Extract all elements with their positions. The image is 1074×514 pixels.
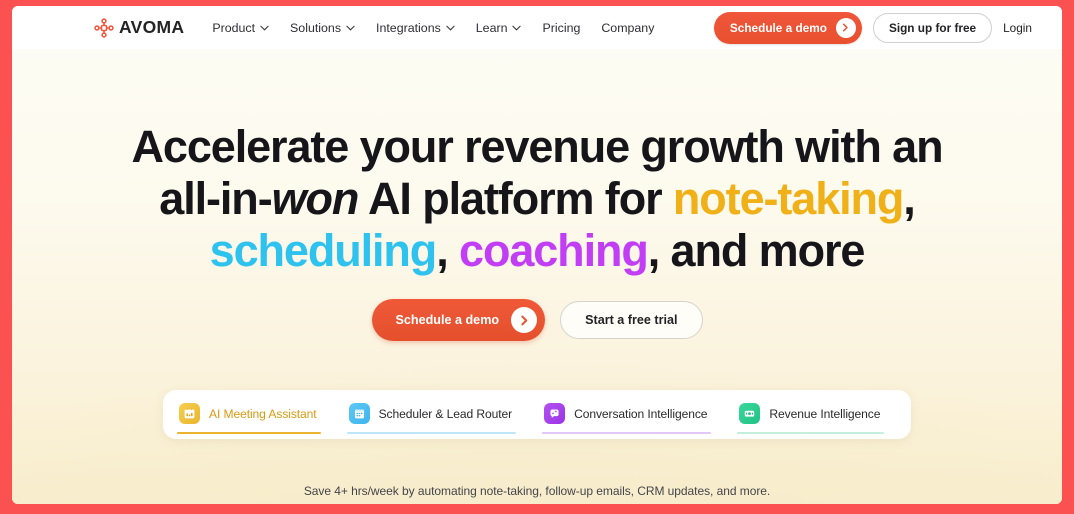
hero-schedule-demo-button[interactable]: Schedule a demo [371,299,546,341]
tab-scheduler-lead-router[interactable]: Scheduler & Lead Router [333,390,529,439]
tab-conversation-intelligence-label: Conversation Intelligence [574,406,708,421]
tab-underline [346,432,517,434]
nav-item-solutions[interactable]: Solutions [290,21,355,35]
headline-line-3: scheduling, coaching, and more [107,225,967,277]
tab-conversation-intelligence[interactable]: Conversation Intelligence [528,390,723,439]
tab-underline [737,432,885,434]
avoma-logo-icon [94,17,114,38]
tab-ai-meeting-assistant[interactable]: AI Meeting Assistant [163,390,333,439]
nav-item-company[interactable]: Company [601,21,654,35]
headline-seg-comma2: , [436,225,460,276]
headline-seg-won: won [271,173,360,224]
tab-underline [542,432,712,434]
headline-seg-platform: AI platform for [358,173,673,224]
nav-item-learn[interactable]: Learn [476,21,522,35]
nav-schedule-demo-button[interactable]: Schedule a demo [713,11,862,44]
tab-revenue-intelligence-label: Revenue Intelligence [769,406,881,421]
headline-seg-comma1: , [903,173,916,224]
chevron-down-icon [512,25,522,31]
nav-item-pricing-label: Pricing [542,20,581,35]
headline-seg-scheduling: scheduling [209,225,438,276]
nav-item-company-label: Company [601,20,655,35]
headline-seg-andmore: , and more [647,225,866,276]
nav-item-pricing[interactable]: Pricing [542,21,580,35]
hero-start-free-trial-button[interactable]: Start a free trial [560,301,703,339]
headline-seg-note-taking: note-taking [672,173,904,224]
brand-logo[interactable]: AVOMA [94,17,184,38]
chevron-down-icon [346,25,355,31]
tab-scheduler-lead-router-label: Scheduler & Lead Router [378,406,513,421]
hero-schedule-demo-label: Schedule a demo [395,313,500,327]
tab-revenue-intelligence[interactable]: Revenue Intelligence [723,390,896,439]
nav-signup-button[interactable]: Sign up for free [872,12,993,43]
chevron-down-icon [446,25,455,31]
nav-item-product-label: Product [212,20,256,35]
nav-login-link[interactable]: Login [1003,21,1032,35]
nav-schedule-demo-label: Schedule a demo [729,20,827,35]
nav-actions: Schedule a demo Sign up for free Login [713,11,1050,44]
headline-seg-allin: all-in- [159,173,272,224]
hero-caption: Save 4+ hrs/week by automating note-taki… [303,484,771,498]
feature-tabs-card: AI Meeting Assistant Scheduler & Lead Ro… [163,390,911,439]
nav-links: Product Solutions Integrations Learn Pri… [212,21,654,35]
headline-seg-coaching: coaching [459,225,649,276]
site-navbar: AVOMA Product Solutions Integrations Lea… [12,6,1062,49]
hero-section: Accelerate your revenue growth with an a… [12,49,1062,504]
nav-item-integrations-label: Integrations [376,20,441,35]
sparkle-chat-icon [544,403,566,424]
nav-item-solutions-label: Solutions [290,20,342,35]
tab-underline [177,431,321,434]
tab-ai-meeting-assistant-label: AI Meeting Assistant [209,406,317,421]
page-title: Accelerate your revenue growth with an a… [107,121,967,277]
browser-frame: AVOMA Product Solutions Integrations Lea… [0,0,1074,514]
headline-line-1: Accelerate your revenue growth with an [131,121,944,172]
page-viewport: AVOMA Product Solutions Integrations Lea… [12,6,1062,504]
money-card-icon [739,403,761,424]
chevron-down-icon [260,25,269,31]
nav-item-integrations[interactable]: Integrations [376,21,455,35]
headline-line-2: all-in-won AI platform for note-taking, [107,173,967,225]
nav-item-product[interactable]: Product [212,21,269,35]
arrow-right-icon [835,17,856,38]
arrow-right-icon [511,307,538,333]
brand-name: AVOMA [119,17,185,37]
calendar-grid-icon [348,403,370,424]
nav-item-learn-label: Learn [475,20,508,35]
hero-cta-row: Schedule a demo Start a free trial [371,299,703,341]
calendar-notes-icon [179,403,200,424]
